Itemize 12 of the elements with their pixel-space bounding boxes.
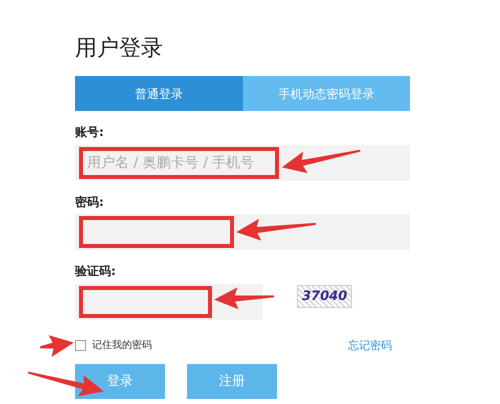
field-label: 账号: — [75, 125, 105, 140]
field-label: 验证码: — [75, 264, 117, 279]
forgot-password-link[interactable]: 忘记密码 — [348, 338, 392, 354]
login-button[interactable]: 登录 — [75, 364, 165, 400]
field-label: 密码: — [75, 194, 105, 210]
register-button[interactable]: 注册 — [187, 364, 277, 400]
remember-label: 记住我的密码 — [92, 338, 152, 354]
login-tab[interactable]: 手机动态密码登录 — [242, 76, 410, 112]
captcha-image[interactable]: 37040 — [297, 284, 352, 308]
remember-checkbox[interactable] — [75, 340, 86, 352]
login-tab[interactable]: 普通登录 — [75, 76, 242, 112]
page-title: 用户登录 — [75, 36, 164, 62]
